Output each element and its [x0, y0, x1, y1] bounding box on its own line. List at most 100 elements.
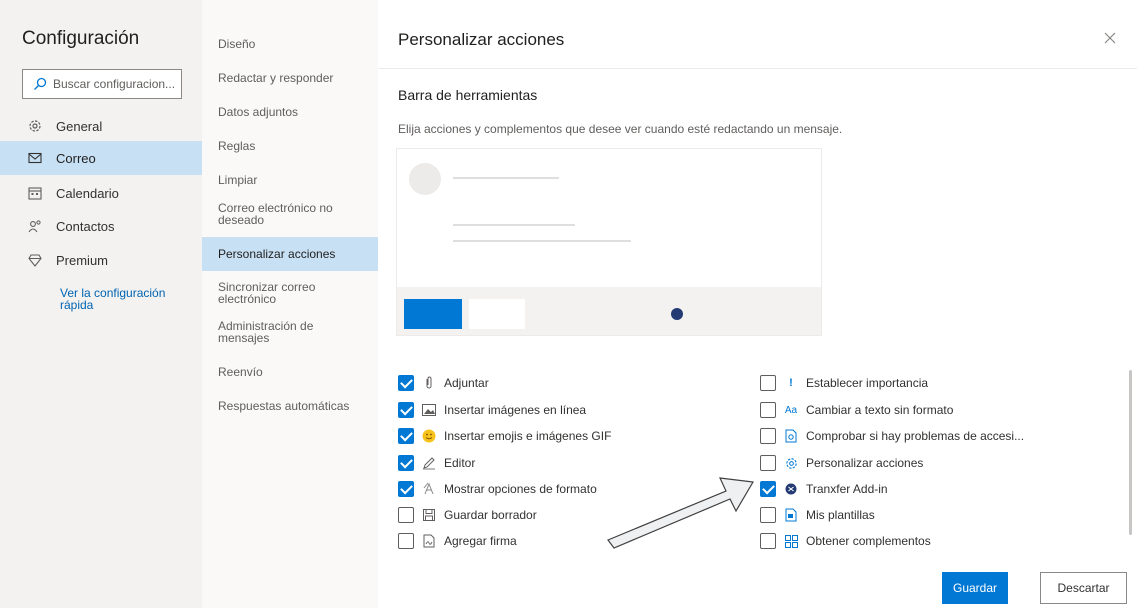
option-label: Insertar imágenes en línea — [444, 403, 587, 417]
search-placeholder: Buscar configuracion... — [53, 77, 176, 91]
option-mostrar-formato[interactable]: Mostrar opciones de formato — [398, 478, 597, 500]
option-label: Adjuntar — [444, 376, 489, 390]
nav-label-general: General — [56, 118, 103, 134]
option-label: Mis plantillas — [806, 508, 875, 522]
panel-title: Personalizar acciones — [398, 30, 565, 49]
annotation-arrow-icon — [607, 477, 754, 549]
nav-label-contactos: Contactos — [56, 218, 115, 234]
checkbox-unchecked[interactable] — [398, 533, 414, 549]
subnav-limpiar[interactable]: Limpiar — [202, 174, 378, 186]
checkbox-unchecked[interactable] — [760, 455, 776, 471]
image-icon — [422, 403, 436, 417]
option-insertar-imagenes[interactable]: Insertar imágenes en línea — [398, 399, 586, 421]
checkbox-checked[interactable] — [398, 481, 414, 497]
contacts-icon — [28, 220, 41, 233]
checkbox-checked[interactable] — [398, 375, 414, 391]
nav-item-premium[interactable]: Premium — [0, 243, 202, 277]
section-title: Barra de herramientas — [398, 87, 538, 103]
option-label: Editor — [444, 456, 476, 470]
option-label: Tranxfer Add-in — [806, 482, 888, 496]
emoji-icon — [422, 429, 436, 443]
checkbox-unchecked[interactable] — [760, 375, 776, 391]
nav-item-general[interactable]: General — [0, 109, 202, 143]
panel-scrollbar[interactable] — [1129, 370, 1132, 535]
option-insertar-emojis[interactable]: Insertar emojis e imágenes GIF — [398, 425, 611, 447]
nav-label-calendario: Calendario — [56, 185, 119, 201]
nav-item-calendario[interactable]: Calendario — [0, 176, 202, 210]
option-texto-sin-formato[interactable]: Aa Cambiar a texto sin formato — [760, 399, 953, 421]
subnav-administracion[interactable]: Administración de mensajes — [202, 320, 352, 344]
option-obtener-complementos[interactable]: Obtener complementos — [760, 530, 931, 552]
save-button[interactable]: Guardar — [942, 572, 1008, 604]
option-label: Agregar firma — [444, 534, 517, 548]
subnav-personalizar-acciones[interactable]: Personalizar acciones — [202, 237, 378, 271]
accessibility-icon — [784, 429, 798, 443]
toolbar-preview — [396, 148, 822, 336]
subnav-sincronizar[interactable]: Sincronizar correo electrónico — [202, 281, 362, 305]
checkbox-unchecked[interactable] — [760, 402, 776, 418]
tranxfer-icon — [784, 482, 798, 496]
subnav-reenvio[interactable]: Reenvío — [202, 366, 378, 378]
checkbox-unchecked[interactable] — [760, 428, 776, 444]
subnav-redactar[interactable]: Redactar y responder — [202, 72, 378, 84]
option-establecer-importancia[interactable]: ! Establecer importancia — [760, 372, 928, 394]
checkbox-checked[interactable] — [398, 455, 414, 471]
preview-avatar — [409, 163, 441, 195]
search-icon — [34, 77, 47, 90]
option-agregar-firma[interactable]: Agregar firma — [398, 530, 517, 552]
nav-item-correo[interactable]: Correo — [0, 141, 202, 175]
signature-icon — [422, 534, 436, 548]
option-label: Comprobar si hay problemas de accesi... — [806, 429, 1025, 443]
paperclip-icon — [422, 376, 436, 390]
option-editor[interactable]: Editor — [398, 452, 475, 474]
settings-title: Configuración — [22, 28, 140, 49]
option-label: Guardar borrador — [444, 508, 537, 522]
subnav-respuestas-automaticas[interactable]: Respuestas automáticas — [202, 400, 378, 412]
pen-icon — [422, 456, 436, 470]
plain-text-icon: Aa — [784, 404, 798, 416]
checkbox-unchecked[interactable] — [760, 507, 776, 523]
option-adjuntar[interactable]: Adjuntar — [398, 372, 489, 394]
checkbox-checked[interactable] — [398, 402, 414, 418]
option-mis-plantillas[interactable]: Mis plantillas — [760, 504, 875, 526]
option-accesibilidad[interactable]: Comprobar si hay problemas de accesi... — [760, 425, 1024, 447]
subnav-correo-no-deseado[interactable]: Correo electrónico no deseado — [202, 202, 372, 226]
checkbox-unchecked[interactable] — [760, 533, 776, 549]
subnav-diseno[interactable]: Diseño — [202, 38, 378, 50]
option-tranxfer-addin[interactable]: Tranxfer Add-in — [760, 478, 888, 500]
option-personalizar-acciones[interactable]: Personalizar acciones — [760, 452, 923, 474]
close-icon[interactable] — [1100, 28, 1120, 48]
preview-line — [453, 177, 559, 179]
section-description: Elija acciones y complementos que desee … — [398, 122, 843, 136]
option-label: Establecer importancia — [806, 376, 929, 390]
option-label: Obtener complementos — [806, 534, 931, 548]
checkbox-checked[interactable] — [760, 481, 776, 497]
gear-icon — [29, 120, 41, 132]
option-label: Cambiar a texto sin formato — [806, 403, 954, 417]
calendar-icon — [28, 187, 42, 200]
preview-line — [453, 240, 631, 242]
diamond-icon — [28, 254, 42, 267]
option-label: Insertar emojis e imágenes GIF — [444, 429, 612, 443]
templates-icon — [784, 508, 798, 522]
tranxfer-icon — [671, 308, 683, 320]
option-guardar-borrador[interactable]: Guardar borrador — [398, 504, 537, 526]
checkbox-unchecked[interactable] — [398, 507, 414, 523]
apps-icon — [784, 534, 798, 548]
quick-settings-link[interactable]: Ver la configuración rápida — [60, 287, 190, 311]
option-label: Mostrar opciones de formato — [444, 482, 597, 496]
search-settings-input[interactable]: Buscar configuracion... — [22, 69, 182, 99]
nav-label-correo: Correo — [56, 150, 96, 166]
subnav-datos-adjuntos[interactable]: Datos adjuntos — [202, 106, 378, 118]
nav-label-premium: Premium — [56, 252, 109, 268]
mail-icon — [28, 152, 42, 164]
preview-send-button — [404, 299, 462, 329]
subnav-reglas[interactable]: Reglas — [202, 140, 378, 152]
nav-item-contactos[interactable]: Contactos — [0, 209, 202, 243]
option-label: Personalizar acciones — [806, 456, 924, 470]
discard-button[interactable]: Descartar — [1040, 572, 1127, 604]
exclamation-icon: ! — [789, 377, 793, 389]
preview-line — [453, 224, 575, 226]
checkbox-checked[interactable] — [398, 428, 414, 444]
format-icon — [422, 482, 436, 496]
